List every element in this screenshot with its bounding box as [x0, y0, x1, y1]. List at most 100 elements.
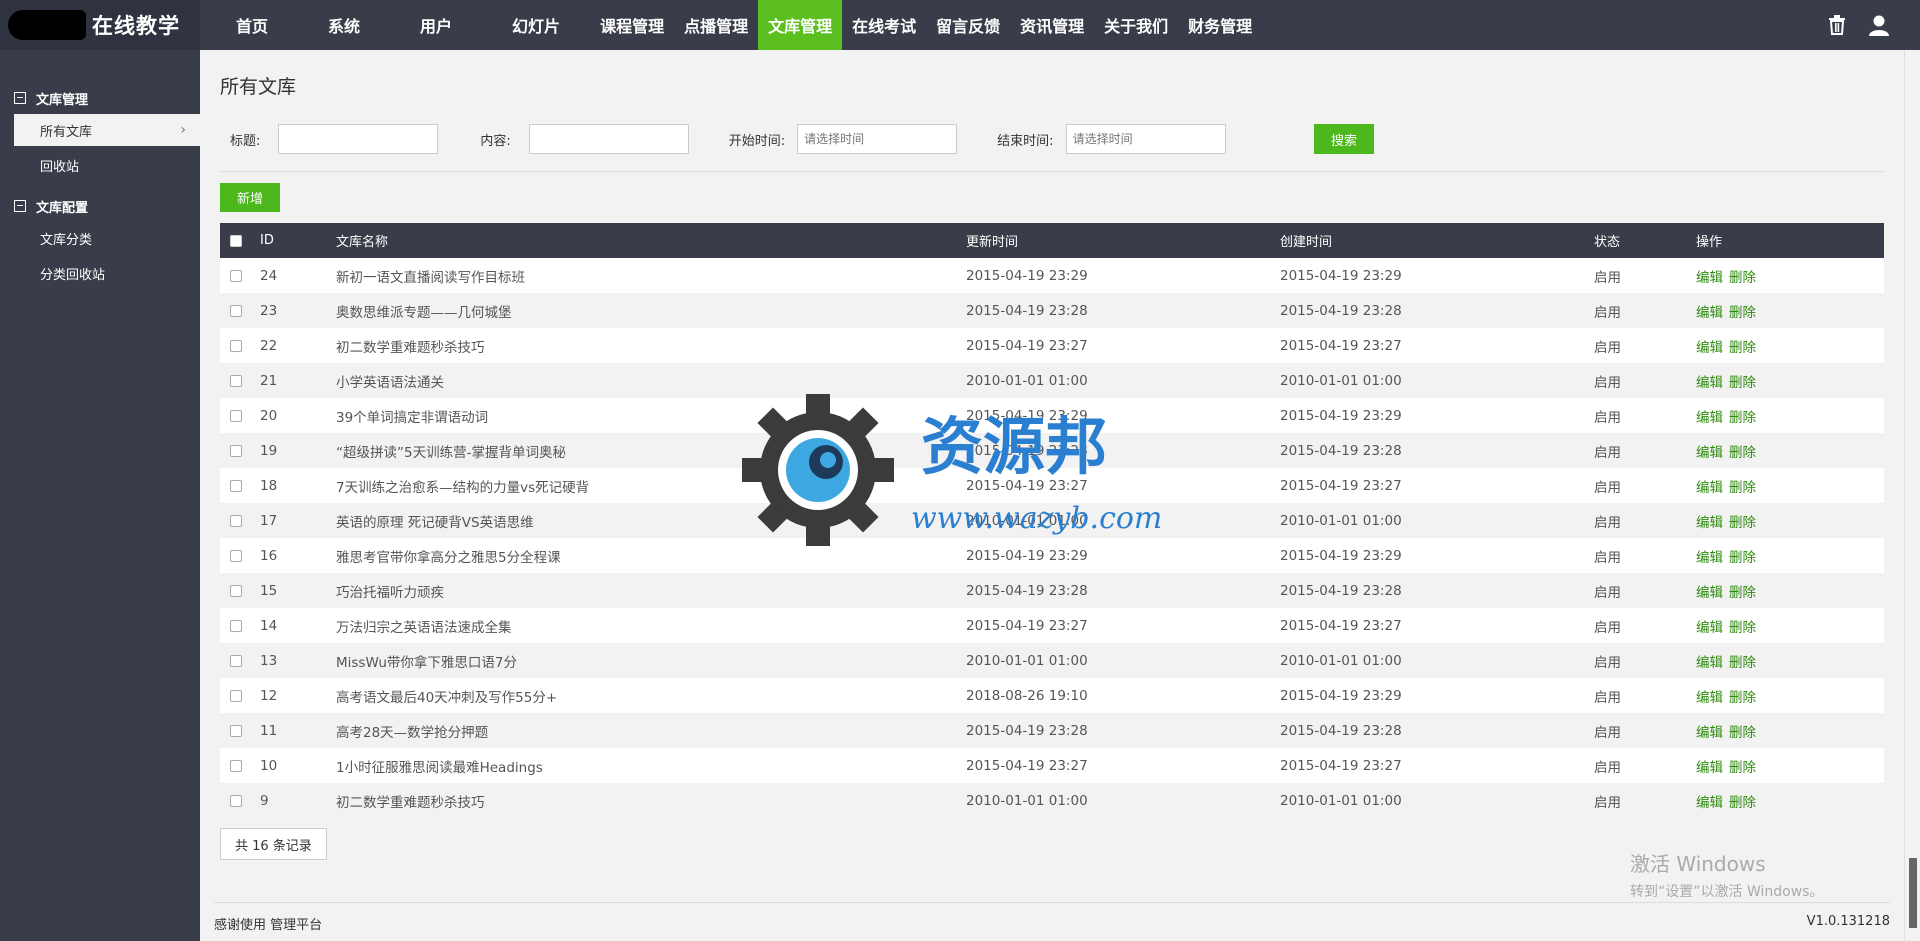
- row-checkbox[interactable]: [230, 794, 242, 807]
- total-records: 共 16 条记录: [220, 828, 327, 860]
- sidebar-item-1-1[interactable]: 分类回收站: [0, 257, 200, 289]
- edit-link[interactable]: 编辑: [1696, 760, 1723, 776]
- cell-status: 启用: [1594, 339, 1621, 356]
- delete-link[interactable]: 删除: [1729, 480, 1756, 496]
- edit-link[interactable]: 编辑: [1696, 725, 1723, 741]
- nav-item-7[interactable]: 在线考试: [842, 0, 926, 50]
- row-checkbox[interactable]: [230, 479, 242, 492]
- nav-item-2[interactable]: 用户: [390, 0, 482, 50]
- delete-link[interactable]: 删除: [1729, 445, 1756, 461]
- row-checkbox[interactable]: [230, 304, 242, 317]
- table-row: 9 初二数学重难题秒杀技巧 2010-01-01 01:00 2010-01-01 0…: [220, 783, 1884, 818]
- header-name[interactable]: 文库名称: [336, 231, 966, 250]
- edit-link[interactable]: 编辑: [1696, 305, 1723, 321]
- delete-link[interactable]: 删除: [1729, 305, 1756, 321]
- row-checkbox[interactable]: [230, 619, 242, 632]
- delete-link[interactable]: 删除: [1729, 690, 1756, 706]
- cell-created: 2015-04-19 23:29: [1280, 267, 1402, 284]
- delete-link[interactable]: 删除: [1729, 655, 1756, 671]
- select-all-checkbox[interactable]: [230, 234, 242, 247]
- row-checkbox[interactable]: [230, 549, 242, 562]
- search-button[interactable]: 搜索: [1314, 124, 1374, 154]
- nav-item-6[interactable]: 文库管理: [758, 0, 843, 50]
- title-filter-input[interactable]: [278, 124, 439, 154]
- row-checkbox[interactable]: [230, 514, 242, 527]
- sidebar-item-0-0[interactable]: 所有文库 ›: [14, 114, 200, 146]
- nav-item-10[interactable]: 关于我们: [1094, 0, 1178, 50]
- delete-link[interactable]: 删除: [1729, 270, 1756, 286]
- site-watermark: 资源邦 www.wazyb.com: [736, 390, 1196, 550]
- edit-link[interactable]: 编辑: [1696, 795, 1723, 811]
- delete-link[interactable]: 删除: [1729, 620, 1756, 636]
- row-checkbox[interactable]: [230, 689, 242, 702]
- start-time-input[interactable]: [797, 124, 958, 154]
- header-id[interactable]: ID: [260, 233, 336, 248]
- footer-thanks: 感谢使用 管理平台: [214, 918, 323, 933]
- cell-updated: 2010-01-01 01:00: [966, 792, 1088, 809]
- nav-item-8[interactable]: 留言反馈: [926, 0, 1010, 50]
- nav-item-4[interactable]: 课程管理: [590, 0, 674, 50]
- delete-link[interactable]: 删除: [1729, 760, 1756, 776]
- row-select-cell: [220, 689, 260, 702]
- trash-icon[interactable]: [1828, 15, 1846, 35]
- cell-created: 2015-04-19 23:27: [1280, 757, 1402, 774]
- sidebar-item-0-1[interactable]: 回收站: [0, 149, 200, 181]
- row-checkbox[interactable]: [230, 269, 242, 282]
- page-scrollbar[interactable]: [1904, 50, 1920, 941]
- top-actions: [1828, 0, 1890, 50]
- sidebar-group-0[interactable]: 文库管理: [0, 86, 200, 110]
- cell-updated: 2015-04-19 23:28: [966, 302, 1088, 319]
- edit-link[interactable]: 编辑: [1696, 410, 1723, 426]
- delete-link[interactable]: 删除: [1729, 585, 1756, 601]
- delete-link[interactable]: 删除: [1729, 515, 1756, 531]
- nav-item-0[interactable]: 首页: [206, 0, 298, 50]
- edit-link[interactable]: 编辑: [1696, 690, 1723, 706]
- header-updated[interactable]: 更新时间: [966, 231, 1280, 250]
- cell-status: 启用: [1594, 374, 1621, 391]
- edit-link[interactable]: 编辑: [1696, 340, 1723, 356]
- content-filter-input[interactable]: [528, 124, 689, 154]
- row-select-cell: [220, 794, 260, 807]
- user-icon[interactable]: [1868, 14, 1890, 36]
- delete-link[interactable]: 删除: [1729, 340, 1756, 356]
- edit-link[interactable]: 编辑: [1696, 480, 1723, 496]
- nav-item-5[interactable]: 点播管理: [674, 0, 758, 50]
- cell-created: 2015-04-19 23:29: [1280, 407, 1402, 424]
- app-logo[interactable]: 在线教学: [0, 0, 200, 50]
- cell-status: 启用: [1594, 444, 1621, 461]
- row-checkbox[interactable]: [230, 654, 242, 667]
- end-time-input[interactable]: [1065, 124, 1226, 154]
- row-checkbox[interactable]: [230, 444, 242, 457]
- edit-link[interactable]: 编辑: [1696, 585, 1723, 601]
- row-checkbox[interactable]: [230, 584, 242, 597]
- delete-link[interactable]: 删除: [1729, 410, 1756, 426]
- delete-link[interactable]: 删除: [1729, 375, 1756, 391]
- edit-link[interactable]: 编辑: [1696, 445, 1723, 461]
- row-checkbox[interactable]: [230, 409, 242, 422]
- nav-item-11[interactable]: 财务管理: [1178, 0, 1262, 50]
- delete-link[interactable]: 删除: [1729, 725, 1756, 741]
- edit-link[interactable]: 编辑: [1696, 270, 1723, 286]
- row-checkbox[interactable]: [230, 759, 242, 772]
- row-checkbox[interactable]: [230, 339, 242, 352]
- nav-item-1[interactable]: 系统: [298, 0, 390, 50]
- header-created[interactable]: 创建时间: [1280, 231, 1594, 250]
- delete-link[interactable]: 删除: [1729, 795, 1756, 811]
- delete-link[interactable]: 删除: [1729, 550, 1756, 566]
- edit-link[interactable]: 编辑: [1696, 655, 1723, 671]
- edit-link[interactable]: 编辑: [1696, 620, 1723, 636]
- sidebar-group-1[interactable]: 文库配置: [0, 194, 200, 218]
- cell-status: 启用: [1594, 269, 1621, 286]
- edit-link[interactable]: 编辑: [1696, 515, 1723, 531]
- row-checkbox[interactable]: [230, 724, 242, 737]
- cell-id: 21: [260, 372, 278, 389]
- nav-item-3[interactable]: 幻灯片: [482, 0, 590, 50]
- cell-created: 2010-01-01 01:00: [1280, 792, 1402, 809]
- edit-link[interactable]: 编辑: [1696, 550, 1723, 566]
- nav-item-9[interactable]: 资讯管理: [1010, 0, 1094, 50]
- sidebar-item-1-0[interactable]: 文库分类: [0, 222, 200, 254]
- row-checkbox[interactable]: [230, 374, 242, 387]
- scrollbar-thumb[interactable]: [1909, 858, 1917, 928]
- edit-link[interactable]: 编辑: [1696, 375, 1723, 391]
- add-button[interactable]: 新增: [220, 183, 280, 212]
